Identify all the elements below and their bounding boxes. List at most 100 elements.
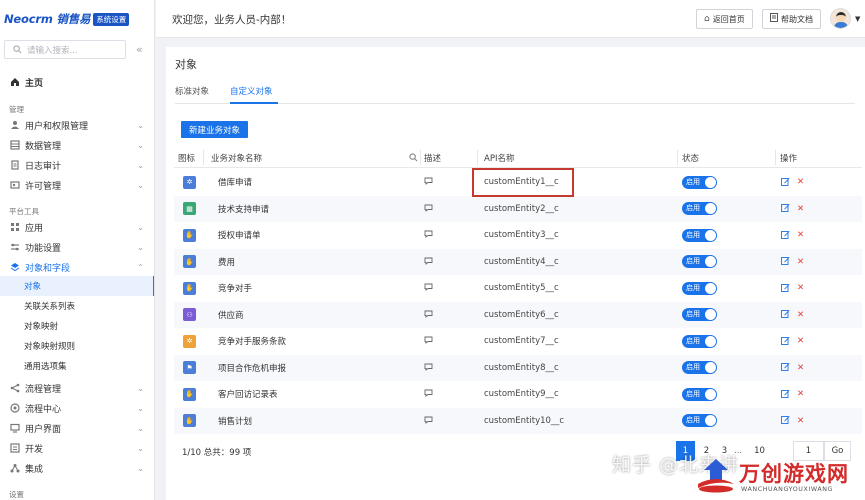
status-toggle[interactable]: 启用 bbox=[682, 334, 717, 348]
edit-icon[interactable] bbox=[781, 203, 790, 214]
status-toggle[interactable]: 启用 bbox=[682, 308, 717, 322]
delete-icon[interactable]: ✕ bbox=[797, 283, 804, 293]
status-label: 启用 bbox=[686, 204, 700, 213]
tab-custom-objects[interactable]: 自定义对象 bbox=[230, 85, 278, 104]
sidebar-item-label: 应用 bbox=[25, 223, 44, 234]
comment-icon[interactable] bbox=[424, 283, 433, 293]
sidebar-item-integration[interactable]: 集成 ⌄ bbox=[0, 458, 154, 478]
search-icon[interactable] bbox=[409, 147, 418, 168]
table-row[interactable]: ✋ 竞争对手 customEntity5__c 启用 ✕ bbox=[174, 275, 862, 302]
object-name[interactable]: 竞争对手 bbox=[218, 282, 252, 294]
status-toggle[interactable]: 启用 bbox=[682, 414, 717, 428]
status-toggle[interactable]: 启用 bbox=[682, 202, 717, 216]
sidebar-item-users-permissions[interactable]: 用户和权限管理 ⌄ bbox=[0, 115, 154, 135]
help-docs-button[interactable]: 帮助文档 bbox=[762, 9, 821, 29]
sidebar-subitem-relationships[interactable]: 关联关系列表 bbox=[0, 296, 154, 316]
status-toggle[interactable]: 启用 bbox=[682, 361, 717, 375]
status-toggle[interactable]: 启用 bbox=[682, 281, 717, 295]
user-avatar[interactable] bbox=[830, 8, 851, 29]
sidebar-subitem-objects[interactable]: 对象 bbox=[0, 276, 154, 296]
edit-icon[interactable] bbox=[781, 389, 790, 400]
delete-icon[interactable]: ✕ bbox=[797, 257, 804, 267]
sidebar-item-apps[interactable]: 应用 ⌄ bbox=[0, 217, 154, 237]
comment-icon[interactable] bbox=[424, 230, 433, 240]
delete-icon[interactable]: ✕ bbox=[797, 310, 804, 320]
object-name[interactable]: 授权申请单 bbox=[218, 229, 261, 241]
sidebar-item-data-management[interactable]: 数据管理 ⌄ bbox=[0, 135, 154, 155]
sidebar-item-home[interactable]: 主页 bbox=[0, 72, 154, 92]
comment-icon[interactable] bbox=[424, 336, 433, 346]
table-row[interactable]: ▦ 技术支持申请 customEntity2__c 启用 ✕ bbox=[174, 195, 862, 222]
status-label: 启用 bbox=[686, 283, 700, 292]
sidebar-item-objects-fields[interactable]: 对象和字段 ⌃ bbox=[0, 257, 154, 277]
table-row[interactable]: ⚇ 供应商 customEntity6__c 启用 ✕ bbox=[174, 301, 862, 328]
caret-down-icon[interactable]: ▼ bbox=[855, 15, 860, 23]
object-name[interactable]: 客户回访记录表 bbox=[218, 388, 278, 400]
table-row[interactable]: ⚑ 项目合作危机申报 customEntity8__c 启用 ✕ bbox=[174, 354, 862, 381]
delete-icon[interactable]: ✕ bbox=[797, 230, 804, 240]
new-business-object-button[interactable]: 新建业务对象 bbox=[181, 121, 249, 138]
edit-icon[interactable] bbox=[781, 309, 790, 320]
object-name[interactable]: 技术支持申请 bbox=[218, 203, 269, 215]
status-toggle[interactable]: 启用 bbox=[682, 255, 717, 269]
object-name[interactable]: 费用 bbox=[218, 256, 235, 268]
sidebar-subitem-option-sets[interactable]: 通用选项集 bbox=[0, 356, 154, 376]
sidebar-item-audit-log[interactable]: 日志审计 ⌄ bbox=[0, 155, 154, 175]
edit-icon[interactable] bbox=[781, 283, 790, 294]
table-row[interactable]: ✋ 费用 customEntity4__c 启用 ✕ bbox=[174, 248, 862, 275]
tab-standard-objects[interactable]: 标准对象 bbox=[175, 85, 219, 104]
edit-icon[interactable] bbox=[781, 415, 790, 426]
comment-icon[interactable] bbox=[424, 204, 433, 214]
comment-icon[interactable] bbox=[424, 363, 433, 373]
comment-icon[interactable] bbox=[424, 310, 433, 320]
menu-search-input[interactable]: 请输入搜索... bbox=[4, 40, 126, 59]
delete-icon[interactable]: ✕ bbox=[797, 416, 804, 426]
edit-icon[interactable] bbox=[781, 336, 790, 347]
status-toggle[interactable]: 启用 bbox=[682, 387, 717, 401]
edit-icon[interactable] bbox=[781, 362, 790, 373]
sidebar-item-process-management[interactable]: 流程管理 ⌄ bbox=[0, 378, 154, 398]
delete-icon[interactable]: ✕ bbox=[797, 204, 804, 214]
collapse-sidebar-icon[interactable]: « bbox=[136, 43, 143, 56]
sidebar-item-feature-settings[interactable]: 功能设置 ⌄ bbox=[0, 237, 154, 257]
delete-icon[interactable]: ✕ bbox=[797, 336, 804, 346]
edit-icon[interactable] bbox=[781, 230, 790, 241]
chevron-down-icon: ⌄ bbox=[137, 140, 144, 150]
sidebar-item-process-center[interactable]: 流程中心 ⌄ bbox=[0, 398, 154, 418]
edit-icon[interactable] bbox=[781, 256, 790, 267]
sidebar-item-license[interactable]: 许可管理 ⌄ bbox=[0, 175, 154, 195]
status-label: 启用 bbox=[686, 336, 700, 345]
comment-icon[interactable] bbox=[424, 389, 433, 399]
table-row[interactable]: ✲ 竞争对手服务条款 customEntity7__c 启用 ✕ bbox=[174, 328, 862, 355]
sidebar-item-user-interface[interactable]: 用户界面 ⌄ bbox=[0, 418, 154, 438]
return-home-button[interactable]: ⌂ 返回首页 bbox=[696, 9, 753, 29]
status-label: 启用 bbox=[686, 389, 700, 398]
comment-icon[interactable] bbox=[424, 257, 433, 267]
api-name: customEntity6__c bbox=[484, 309, 559, 320]
object-name[interactable]: 销售计划 bbox=[218, 415, 252, 427]
object-thumb-icon: ✋ bbox=[183, 387, 196, 401]
delete-icon[interactable]: ✕ bbox=[797, 389, 804, 399]
table-row[interactable]: ✋ 销售计划 customEntity10__c 启用 ✕ bbox=[174, 407, 862, 434]
delete-icon[interactable]: ✕ bbox=[797, 363, 804, 373]
api-name: customEntity2__c bbox=[484, 203, 559, 214]
brand-logo[interactable]: Neocrm 销售易 系统设置 bbox=[0, 0, 154, 38]
sidebar-item-label: 数据管理 bbox=[25, 141, 62, 152]
object-name[interactable]: 项目合作危机申报 bbox=[218, 362, 286, 374]
delete-icon[interactable]: ✕ bbox=[797, 177, 804, 187]
chevron-down-icon: ⌄ bbox=[137, 443, 144, 453]
sidebar-subitem-object-mapping[interactable]: 对象映射 bbox=[0, 316, 154, 336]
object-name[interactable]: 竞争对手服务条款 bbox=[218, 335, 286, 347]
table-row[interactable]: ✋ 授权申请单 customEntity3__c 启用 ✕ bbox=[174, 222, 862, 249]
sidebar-subitem-mapping-rules[interactable]: 对象映射规则 bbox=[0, 336, 154, 356]
status-toggle[interactable]: 启用 bbox=[682, 228, 717, 242]
comment-icon[interactable] bbox=[424, 416, 433, 426]
table-row[interactable]: ✋ 客户回访记录表 customEntity9__c 启用 ✕ bbox=[174, 381, 862, 408]
edit-icon[interactable] bbox=[781, 177, 790, 188]
status-toggle[interactable]: 启用 bbox=[682, 175, 717, 189]
object-name[interactable]: 借库申请 bbox=[218, 176, 252, 188]
sidebar-item-development[interactable]: 开发 ⌄ bbox=[0, 438, 154, 458]
object-name[interactable]: 供应商 bbox=[218, 309, 244, 321]
user-icon bbox=[9, 120, 20, 131]
comment-icon[interactable] bbox=[424, 177, 433, 187]
